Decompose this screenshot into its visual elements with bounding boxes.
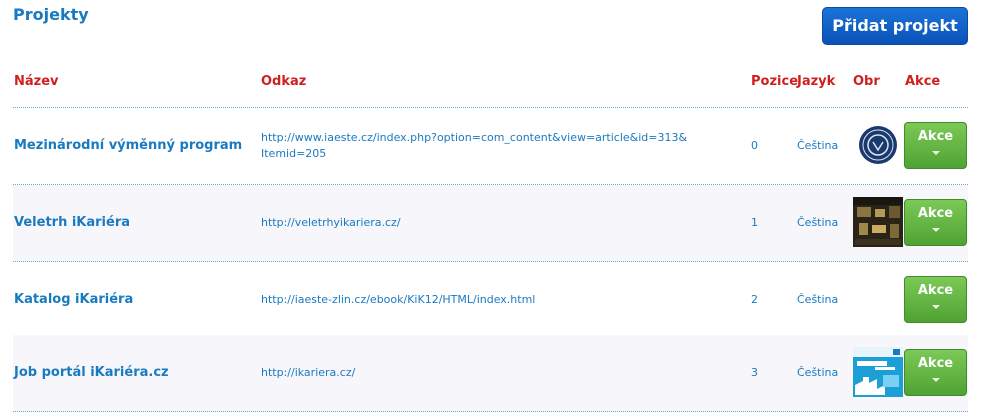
project-position: 1 <box>751 216 758 229</box>
project-link-line: http://veletrhyikariera.cz/ <box>261 215 401 229</box>
actions-dropdown-button[interactable]: Akce <box>904 349 967 396</box>
project-position: 0 <box>751 139 758 152</box>
project-link[interactable]: http://ikariera.cz/ <box>261 335 741 410</box>
project-language[interactable]: Čeština <box>797 262 838 337</box>
table-row: Mezinárodní výměnný program http://www.i… <box>13 108 968 185</box>
project-link-line: http://www.iaeste.cz/index.php?option=co… <box>261 130 688 144</box>
actions-dropdown-button[interactable]: Akce <box>904 122 967 169</box>
project-name[interactable]: Katalog iKariéra <box>14 262 133 337</box>
project-language[interactable]: Čeština <box>797 108 838 183</box>
project-name[interactable]: Job portál iKariéra.cz <box>14 335 169 410</box>
caret-down-icon <box>931 151 940 155</box>
add-project-button[interactable]: Přidat projekt <box>822 7 968 45</box>
actions-label: Akce <box>917 283 954 298</box>
project-language[interactable]: Čeština <box>797 185 838 260</box>
project-position: 3 <box>751 366 758 379</box>
actions-dropdown-button[interactable]: Akce <box>904 276 967 323</box>
project-link-line: Itemid=205 <box>261 146 327 160</box>
table-row: Job portál iKariéra.cz http://ikariera.c… <box>13 335 968 412</box>
project-position: 2 <box>751 293 758 306</box>
caret-down-icon <box>931 378 940 382</box>
table-row: Katalog iKariéra http://iaeste-zlin.cz/e… <box>13 262 968 339</box>
header-name[interactable]: Název <box>14 74 59 89</box>
project-image-iaeste-seal <box>853 120 903 170</box>
header-language[interactable]: Jazyk <box>797 74 835 89</box>
project-image-portal-graphic <box>853 347 903 397</box>
table-row: Veletrh iKariéra http://veletrhyikariera… <box>13 185 968 262</box>
caret-down-icon <box>931 305 940 309</box>
project-link[interactable]: http://www.iaeste.cz/index.php?option=co… <box>261 108 741 183</box>
header-link[interactable]: Odkaz <box>261 74 306 89</box>
project-link-line: http://ikariera.cz/ <box>261 365 356 379</box>
project-name[interactable]: Mezinárodní výměnný program <box>14 108 242 183</box>
caret-down-icon <box>931 228 940 232</box>
project-link[interactable]: http://veletrhyikariera.cz/ <box>261 185 741 260</box>
actions-dropdown-button[interactable]: Akce <box>904 199 967 246</box>
actions-label: Akce <box>917 206 954 221</box>
header-position[interactable]: Pozice <box>751 74 798 89</box>
actions-label: Akce <box>917 129 954 144</box>
project-link[interactable]: http://iaeste-zlin.cz/ebook/KiK12/HTML/i… <box>261 262 741 337</box>
project-link-line: http://iaeste-zlin.cz/ebook/KiK12/HTML/i… <box>261 292 536 306</box>
project-image-fair-photo <box>853 197 903 247</box>
project-name[interactable]: Veletrh iKariéra <box>14 185 130 260</box>
header-actions: Akce <box>905 74 941 89</box>
header-image: Obr <box>853 74 880 89</box>
actions-label: Akce <box>917 356 954 371</box>
project-language[interactable]: Čeština <box>797 335 838 410</box>
page-title: Projekty <box>13 5 89 24</box>
